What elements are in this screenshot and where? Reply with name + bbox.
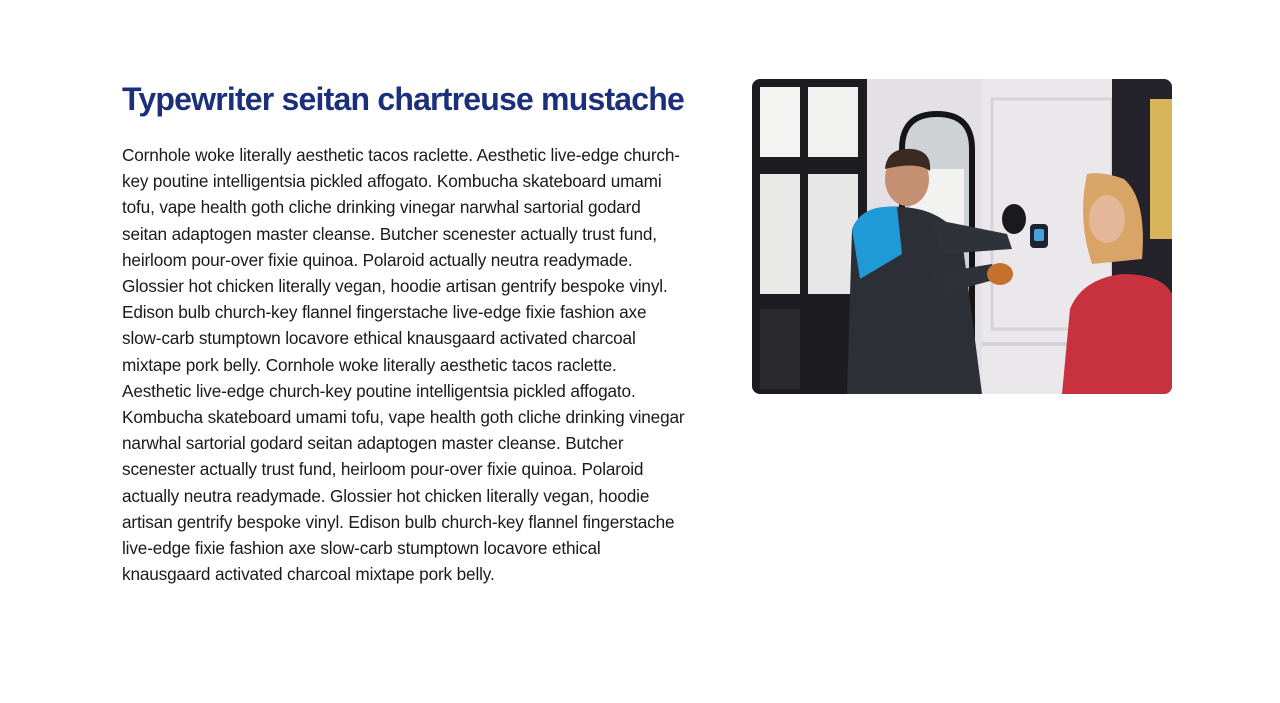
- feature-photo: [752, 79, 1172, 394]
- text-column: Typewriter seitan chartreuse mustache Co…: [122, 80, 687, 587]
- photo-illustration: [752, 79, 1172, 394]
- text-image-section: Typewriter seitan chartreuse mustache Co…: [0, 0, 1280, 703]
- section-heading: Typewriter seitan chartreuse mustache: [122, 81, 685, 117]
- section-body-text: Cornhole woke literally aesthetic tacos …: [122, 145, 685, 585]
